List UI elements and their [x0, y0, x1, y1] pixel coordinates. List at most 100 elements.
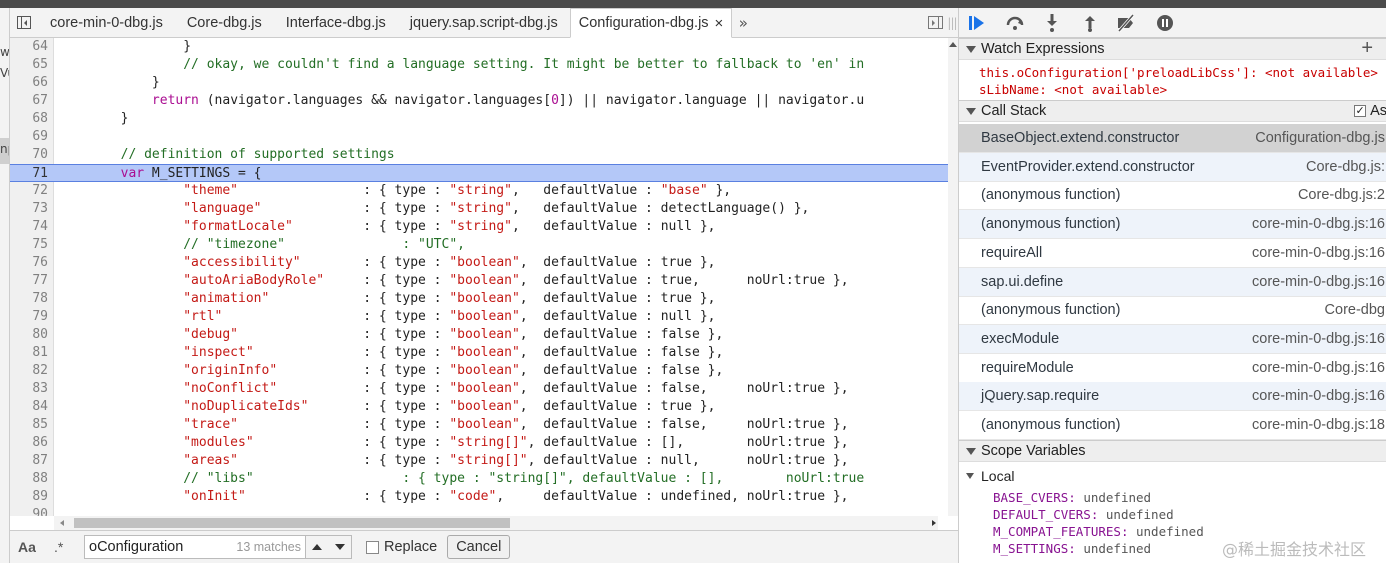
frame-location-link[interactable]: core-min-0-dbg.js:16	[1252, 354, 1385, 382]
code-line[interactable]: 67 return (navigator.languages && naviga…	[10, 92, 948, 110]
frame-location-link[interactable]: core-min-0-dbg.js:16	[1252, 239, 1385, 267]
scope-variable[interactable]: DEFAULT_CVERS: undefined	[993, 507, 1174, 522]
line-number[interactable]: 64	[10, 38, 48, 56]
match-case-toggle[interactable]: Aa	[18, 539, 44, 555]
watch-expressions-header[interactable]: Watch Expressions +	[959, 38, 1386, 60]
frame-location-link[interactable]: core-min-0-dbg.js:16	[1252, 382, 1385, 410]
scope-variable[interactable]: M_SETTINGS: undefined	[993, 541, 1151, 556]
call-frame[interactable]: (anonymous function) Core-dbg	[959, 296, 1386, 326]
code-line[interactable]: 65 // okay, we couldn't find a language …	[10, 56, 948, 74]
add-watch-icon[interactable]: +	[1361, 38, 1373, 58]
line-number[interactable]: 79	[10, 308, 48, 326]
vertical-scrollbar[interactable]	[948, 38, 958, 516]
code-line[interactable]: 84 "noDuplicateIds" : { type : "boolean"…	[10, 398, 948, 416]
step-over-icon[interactable]	[1005, 13, 1025, 33]
frame-location-link[interactable]: Core-dbg.js:	[1306, 153, 1385, 181]
code-line[interactable]: 83 "noConflict" : { type : "boolean", de…	[10, 380, 948, 398]
tab-jquery-script[interactable]: jquery.sap.script-dbg.js	[398, 8, 570, 37]
tab-core-min[interactable]: core-min-0-dbg.js	[38, 8, 175, 37]
toggle-debugger-button[interactable]	[924, 8, 946, 37]
line-number[interactable]: 85	[10, 416, 48, 434]
call-frame[interactable]: BaseObject.extend.constructor Configurati…	[959, 124, 1386, 153]
code-line[interactable]: 82 "originInfo" : { type : "boolean", de…	[10, 362, 948, 380]
line-number[interactable]: 65	[10, 56, 48, 74]
tab-core-dbg[interactable]: Core-dbg.js	[175, 8, 274, 37]
step-into-icon[interactable]	[1042, 13, 1062, 33]
line-number[interactable]: 67	[10, 92, 48, 110]
scope-local-toggle[interactable]: Local	[959, 468, 1386, 486]
frame-location-link[interactable]: core-min-0-dbg.js:16	[1252, 268, 1385, 296]
code-line[interactable]: 79 "rtl" : { type : "boolean", defaultVa…	[10, 308, 948, 326]
frame-location-link[interactable]: core-min-0-dbg.js:16	[1252, 210, 1385, 238]
scroll-up-icon[interactable]	[949, 42, 957, 47]
code-line[interactable]: 80 "debug" : { type : "boolean", default…	[10, 326, 948, 344]
line-number[interactable]: 76	[10, 254, 48, 272]
line-number[interactable]: 82	[10, 362, 48, 380]
call-frame[interactable]: EventProvider.extend.constructor Core-dbg…	[959, 152, 1386, 182]
call-frame[interactable]: (anonymous function) Core-dbg.js:2	[959, 181, 1386, 211]
call-frame[interactable]: jQuery.sap.require core-min-0-dbg.js:16	[959, 382, 1386, 412]
scope-variable[interactable]: BASE_CVERS: undefined	[993, 490, 1151, 505]
code-area[interactable]: 64 } 65 // okay, we couldn't find a langu…	[10, 38, 948, 516]
line-number[interactable]: 89	[10, 488, 48, 506]
line-number[interactable]: 88	[10, 470, 48, 488]
line-number[interactable]: 87	[10, 452, 48, 470]
code-line[interactable]: 81 "inspect" : { type : "boolean", defau…	[10, 344, 948, 362]
tab-configuration-dbg[interactable]: Configuration-dbg.js ×	[569, 8, 733, 38]
deactivate-breakpoints-icon[interactable]	[1116, 13, 1136, 33]
close-tab-icon[interactable]: ×	[715, 15, 724, 32]
code-line[interactable]: 85 "trace" : { type : "boolean", default…	[10, 416, 948, 434]
line-number[interactable]: 70	[10, 146, 48, 164]
toggle-navigator-button[interactable]	[10, 8, 38, 37]
frame-location-link[interactable]: core-min-0-dbg.js:16	[1252, 325, 1385, 353]
scroll-right-icon[interactable]	[932, 520, 936, 526]
code-line[interactable]: 70 // definition of supported settings	[10, 146, 948, 164]
replace-checkbox[interactable]	[366, 540, 379, 554]
line-number[interactable]: 86	[10, 434, 48, 452]
call-frame[interactable]: (anonymous function) core-min-0-dbg.js:16	[959, 210, 1386, 240]
previous-match-icon[interactable]	[312, 544, 323, 550]
code-line[interactable]: 86 "modules" : { type : "string[]", defa…	[10, 434, 948, 452]
cancel-button[interactable]: Cancel	[447, 535, 511, 559]
frame-location-link[interactable]: Core-dbg	[1325, 296, 1385, 324]
tab-interface-dbg[interactable]: Interface-dbg.js	[274, 8, 398, 37]
async-toggle[interactable]: ✓ As	[1354, 101, 1386, 121]
code-line[interactable]: 68 }	[10, 110, 948, 128]
code-line[interactable]: 89 "onInit" : { type : "code", defaultVa…	[10, 488, 948, 506]
call-frame[interactable]: sap.ui.define core-min-0-dbg.js:16	[959, 267, 1386, 297]
code-line[interactable]: 72 "theme" : { type : "string", defaultV…	[10, 182, 948, 200]
code-line[interactable]: 90	[10, 506, 948, 516]
code-line[interactable]: 75 // "timezone" : "UTC",	[10, 236, 948, 254]
search-input[interactable]: oConfiguration	[85, 539, 236, 555]
scope-variable[interactable]: M_COMPAT_FEATURES: undefined	[993, 524, 1204, 539]
frame-location-link[interactable]: Core-dbg.js:2	[1298, 181, 1385, 209]
line-number[interactable]: 73	[10, 200, 48, 218]
line-number[interactable]: 68	[10, 110, 48, 128]
async-checkbox[interactable]: ✓	[1354, 105, 1367, 117]
frame-location-link[interactable]: core-min-0-dbg.js:18	[1252, 411, 1385, 439]
line-number[interactable]: 90	[10, 506, 48, 516]
frame-location-link[interactable]: Configuration-dbg.js	[1255, 124, 1385, 152]
call-frame[interactable]: execModule core-min-0-dbg.js:16	[959, 324, 1386, 354]
call-frame[interactable]: (anonymous function) core-min-0-dbg.js:18	[959, 411, 1386, 440]
line-number[interactable]: 66	[10, 74, 48, 92]
line-number[interactable]: 71	[10, 165, 48, 183]
watch-item[interactable]: this.oConfiguration['preloadLibCss']: <n…	[979, 65, 1378, 80]
regex-toggle[interactable]: .*	[54, 539, 76, 555]
code-line[interactable]: 77 "autoAriaBodyRole" : { type : "boolea…	[10, 272, 948, 290]
code-line[interactable]: 69	[10, 128, 948, 146]
code-line-highlighted[interactable]: 71 var M_SETTINGS = {	[10, 164, 948, 182]
code-line[interactable]: 76 "accessibility" : { type : "boolean",…	[10, 254, 948, 272]
step-out-icon[interactable]	[1080, 13, 1100, 33]
line-number[interactable]: 77	[10, 272, 48, 290]
call-stack-header[interactable]: Call Stack ✓ As	[959, 100, 1386, 122]
horizontal-scrollbar[interactable]	[54, 516, 938, 530]
code-line[interactable]: 66 }	[10, 74, 948, 92]
more-tabs-button[interactable]: »	[732, 8, 754, 37]
next-match-icon[interactable]	[334, 544, 345, 550]
call-frame[interactable]: requireModule core-min-0-dbg.js:16	[959, 354, 1386, 383]
line-number[interactable]: 78	[10, 290, 48, 308]
line-number[interactable]: 75	[10, 236, 48, 254]
line-number[interactable]: 74	[10, 218, 48, 236]
code-line[interactable]: 78 "animation" : { type : "boolean", def…	[10, 290, 948, 308]
